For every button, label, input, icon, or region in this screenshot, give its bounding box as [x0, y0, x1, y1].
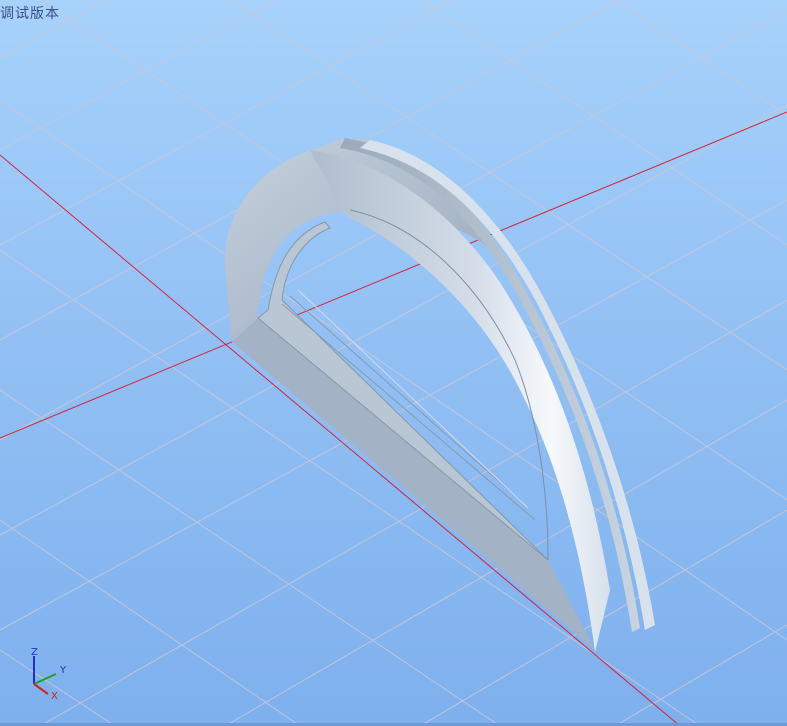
watermark-label: 调试版本	[0, 6, 60, 22]
x-axis-label: X	[51, 691, 58, 702]
arch-model[interactable]	[224, 138, 655, 652]
x-axis-line	[33, 683, 49, 695]
floor-grid	[0, 0, 787, 726]
axis-triad[interactable]: Z Y X	[22, 644, 72, 704]
y-axis-line	[33, 673, 57, 685]
z-axis-label: Z	[31, 647, 38, 658]
3d-viewport[interactable]: 调试版本 Z Y X	[0, 0, 787, 726]
scene-canvas[interactable]	[0, 0, 787, 726]
y-axis-label: Y	[59, 665, 67, 676]
